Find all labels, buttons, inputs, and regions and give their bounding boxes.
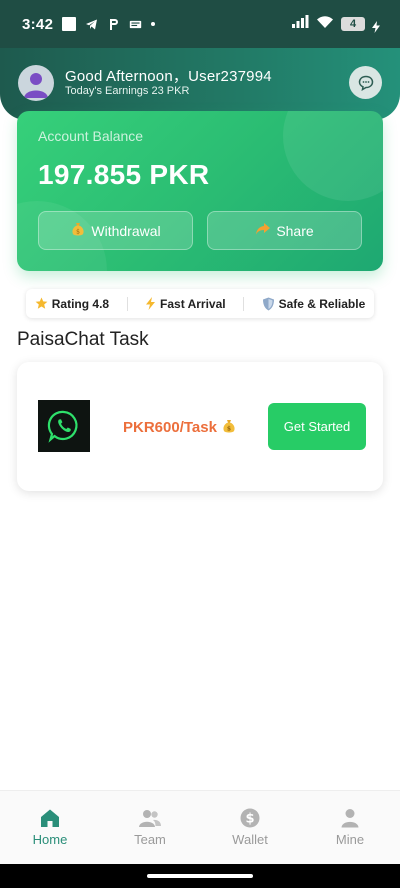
header: Good Afternoon，User237994 Today's Earnin… [0,48,400,120]
bottom-nav: Home Team $ Wallet Mine [0,790,400,864]
whatsapp-icon [47,410,78,443]
greeting-text: Good Afternoon，User237994 [65,68,272,85]
charging-icon [372,20,380,33]
user-icon [24,73,48,98]
avatar[interactable] [18,65,54,101]
home-icon [41,809,59,827]
feature-safe: Safe & Reliable [262,296,366,311]
feature-strip: Rating 4.8 Fast Arrival Safe & Reliable [26,289,374,318]
lightning-icon [146,297,156,310]
share-button[interactable]: Share [207,211,362,250]
money-bag-icon: $ [70,221,86,240]
telegram-icon [85,18,98,31]
svg-text:$: $ [245,812,254,827]
dot-icon [151,22,156,26]
nav-wallet[interactable]: $ Wallet [210,808,290,847]
battery-icon: 4 [341,17,365,31]
divider [243,296,245,311]
card-decoration [283,111,383,201]
person-icon [341,809,359,828]
feature-label: Rating 4.8 [51,296,110,311]
task-price: PKR600/Task $ [123,418,237,436]
svg-text:$: $ [227,426,231,433]
chat-button[interactable] [349,66,382,99]
status-bar: 3:42 4 [0,0,400,48]
earnings-text: Today's Earnings 23 PKR [65,85,190,97]
nav-label: Team [134,832,166,847]
nav-label: Mine [335,832,365,847]
divider [126,296,128,311]
gesture-area [0,864,400,888]
app-badge-icon [129,18,142,31]
shield-icon [262,297,274,310]
nav-team[interactable]: Team [110,808,190,847]
task-thumbnail [38,400,90,452]
home-indicator[interactable] [147,874,253,878]
withdrawal-label: Withdrawal [91,222,161,239]
dollar-icon: $ [240,808,260,828]
wifi-icon [316,15,334,34]
feature-label: Fast Arrival [160,296,226,311]
feature-rating: Rating 4.8 [35,297,109,311]
nav-home[interactable]: Home [10,808,90,847]
balance-label: Account Balance [38,128,144,144]
feature-label: Safe & Reliable [278,296,366,311]
nav-mine[interactable]: Mine [310,808,390,847]
signal-icon [291,15,309,33]
chat-bubble-icon [358,75,373,91]
feature-fast-arrival: Fast Arrival [145,297,226,311]
share-arrow-icon [255,222,271,239]
star-icon [35,297,48,309]
balance-card: Account Balance 197.855 PKR $ Withdrawal… [17,111,383,271]
battery-level: 4 [349,18,357,30]
section-title: PaisaChat Task [17,329,149,350]
withdrawal-button[interactable]: $ Withdrawal [38,211,193,250]
svg-text:$: $ [76,229,80,236]
money-bag-icon: $ [223,420,235,433]
square-icon [62,17,77,31]
share-label: Share [276,222,314,239]
get-started-button[interactable]: Get Started [268,403,366,450]
task-card: PKR600/Task $ Get Started [17,362,383,491]
team-icon [139,810,161,827]
nav-label: Home [32,832,68,847]
status-left-icons [62,17,156,31]
balance-value: 197.855 PKR [38,159,210,190]
status-time: 3:42 [22,15,54,33]
nav-label: Wallet [232,832,268,847]
status-right-icons: 4 [291,15,380,34]
p-icon [107,18,120,31]
task-price-text: PKR600/Task [123,419,217,436]
